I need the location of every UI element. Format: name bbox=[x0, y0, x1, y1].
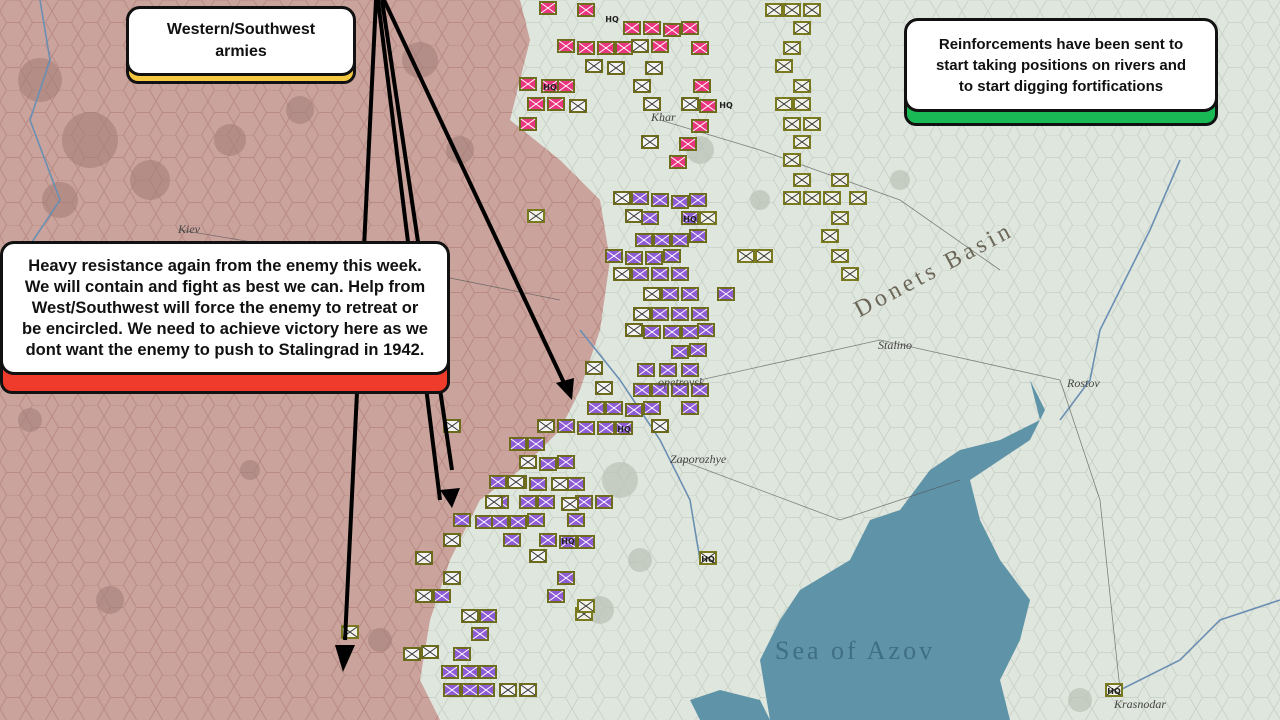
sea-label-azov: Sea of Azov bbox=[775, 636, 936, 665]
hq-counter-label: HQ bbox=[561, 537, 575, 546]
city-label-zaporozhye: Zaporozhye bbox=[670, 452, 727, 466]
hq-counter-label: HQ bbox=[617, 425, 631, 434]
western-armies-text: Western/Southwest armies bbox=[166, 21, 316, 60]
hq-counter-label: HQ bbox=[1107, 687, 1121, 696]
hq-counter-label: HQ bbox=[683, 215, 697, 224]
game-map-view[interactable]: HQ HQ HQ HQ HQ HQ HQ HQ Western/Southwest armie… bbox=[0, 0, 1280, 720]
city-label-rostov: Rostov bbox=[1067, 376, 1100, 390]
hq-counter-label: HQ bbox=[719, 101, 733, 110]
reinforcements-text: Reinforcements have been sent to start t… bbox=[935, 35, 1187, 95]
western-armies-callout: Western/Southwest armies bbox=[126, 6, 356, 76]
city-label-kharkov: Khar bbox=[651, 110, 676, 124]
hq-counter-label: HQ bbox=[605, 15, 619, 24]
heavy-resistance-text: Heavy resistance again from the enemy th… bbox=[22, 256, 428, 359]
city-label-stalino: Stalino bbox=[878, 338, 913, 352]
city-label-krasnodar: Krasnodar bbox=[1114, 697, 1167, 711]
hq-counter-label: HQ bbox=[701, 555, 715, 564]
city-label-kiev: Kiev bbox=[178, 222, 200, 236]
reinforcements-callout: Reinforcements have been sent to start t… bbox=[904, 18, 1218, 112]
city-label-dnipropetrovsk: opetrovsk bbox=[658, 375, 705, 389]
hq-counter-label: HQ bbox=[543, 83, 557, 92]
heavy-resistance-callout: Heavy resistance again from the enemy th… bbox=[0, 241, 450, 375]
